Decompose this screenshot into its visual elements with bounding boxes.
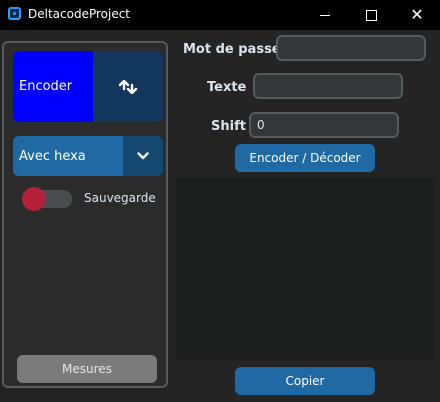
encode-decode-label: Encoder / Décoder: [249, 151, 361, 165]
sauvegarde-switch[interactable]: [22, 187, 74, 211]
mode-toggle-button[interactable]: [93, 51, 163, 122]
mode-label: Encoder: [19, 79, 73, 94]
shift-field[interactable]: 0: [249, 112, 399, 138]
mode-selector[interactable]: Encoder: [13, 51, 163, 122]
mode-encoder-button[interactable]: Encoder: [13, 51, 93, 122]
close-button[interactable]: ✕: [394, 0, 440, 30]
shift-value: 0: [257, 118, 265, 132]
encode-decode-button[interactable]: Encoder / Décoder: [235, 144, 375, 172]
password-field[interactable]: [276, 35, 426, 61]
text-field[interactable]: [253, 73, 403, 99]
hexa-option-label: Avec hexa: [19, 148, 86, 164]
output-textbox[interactable]: [176, 178, 435, 360]
minimize-icon: [320, 14, 330, 16]
switch-knob[interactable]: [22, 187, 46, 211]
text-label: Texte: [207, 80, 247, 95]
copy-button[interactable]: Copier: [235, 367, 375, 395]
copy-button-label: Copier: [285, 374, 325, 388]
shift-label: Shift: [211, 119, 246, 134]
title-bar: DeltacodeProject ✕: [0, 0, 440, 30]
mesures-button[interactable]: Mesures: [17, 355, 157, 383]
minimize-button[interactable]: [302, 0, 348, 30]
app-icon: [8, 7, 21, 20]
sidebar-panel: Encoder Avec hexa Sauvegarde Mesures: [2, 41, 168, 388]
hexa-dropdown-arrow[interactable]: [123, 136, 163, 176]
password-label: Mot de passe: [183, 42, 281, 57]
chevron-down-icon: [137, 152, 149, 160]
hexa-dropdown[interactable]: Avec hexa: [13, 136, 163, 176]
sauvegarde-label: Sauvegarde: [84, 191, 156, 205]
swap-arrows-icon: [118, 79, 138, 94]
close-icon: ✕: [410, 5, 424, 24]
maximize-button[interactable]: [348, 0, 394, 30]
maximize-icon: [365, 9, 377, 21]
window-title: DeltacodeProject: [28, 7, 131, 21]
mesures-button-label: Mesures: [62, 362, 112, 376]
hexa-dropdown-value[interactable]: Avec hexa: [13, 136, 123, 176]
